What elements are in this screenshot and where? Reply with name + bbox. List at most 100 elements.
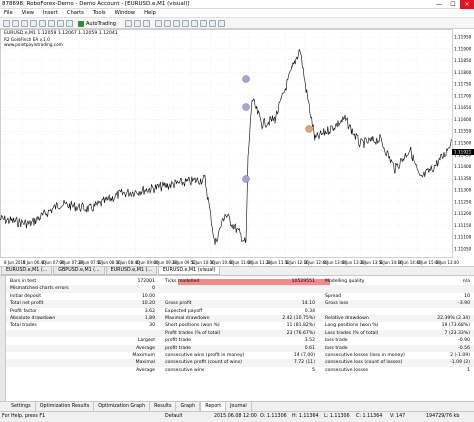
- maximize-button[interactable]: ☐: [446, 0, 460, 9]
- strategy-tester-icon[interactable]: [57, 20, 64, 27]
- price-tick-label: 1.11550: [454, 129, 472, 134]
- autotrading-button[interactable]: AutoTrading: [78, 20, 116, 27]
- report-value: 22.39% (2.34): [437, 316, 470, 321]
- report-row: Average profit trade 0.61 loss trade -0.56: [0, 344, 474, 352]
- new-chart-icon[interactable]: [3, 20, 10, 27]
- candlesticks-icon[interactable]: [134, 20, 141, 27]
- price-tick-label: 1.11250: [454, 199, 472, 204]
- minimize-button[interactable]: —: [432, 0, 446, 9]
- profiles-icon[interactable]: [12, 20, 19, 27]
- price-tick-label: 1.11500: [454, 141, 472, 146]
- report-value: Average: [136, 345, 155, 351]
- report-value: 7 (23.33%): [444, 330, 470, 336]
- report-value: 10: [464, 293, 470, 299]
- autotrading-icon: [78, 20, 84, 27]
- trade-marker: [242, 103, 250, 111]
- price-tick-label: 1.11900: [454, 46, 472, 51]
- menu-insert[interactable]: Insert: [43, 10, 58, 16]
- report-panel: Bars in test 172001 Ticks modelled 10529551…: [0, 276, 474, 401]
- report-value: 10.20: [141, 301, 155, 307]
- tab-optimization-results[interactable]: Optimization Results: [36, 402, 95, 411]
- chart-tab[interactable]: GBPUSD.e,M1 (...: [53, 267, 105, 275]
- menu-file[interactable]: File: [4, 10, 13, 16]
- chart-tab[interactable]: EURUSD.e,M1 (...: [1, 267, 53, 275]
- chart-shift-icon[interactable]: [191, 20, 198, 27]
- report-value: 172001: [137, 279, 155, 284]
- report-value: Maximum: [132, 353, 155, 358]
- close-button[interactable]: ✕: [460, 0, 474, 9]
- trade-marker: [242, 75, 250, 83]
- report-row: Total trades 30 Short positions (won %) 11 …: [0, 322, 474, 329]
- report-value: 2.42 (10.75%): [282, 316, 315, 321]
- report-row: Profit factor 3.62 Expected payoff 0.34: [0, 308, 474, 315]
- report-row: Bars in test 172001 Ticks modelled 10529551…: [0, 278, 474, 285]
- report-value: 11 (81.82%): [286, 323, 315, 329]
- trade-marker: [242, 175, 250, 183]
- menu-view[interactable]: View: [22, 10, 34, 16]
- new-order-icon[interactable]: [66, 20, 73, 27]
- data-window-icon[interactable]: [30, 20, 37, 27]
- autotrading-label: AutoTrading: [86, 20, 116, 27]
- tester-side-handle[interactable]: [0, 276, 6, 401]
- menu-help[interactable]: Help: [144, 10, 156, 16]
- report-value: 19 (73.68%): [441, 323, 470, 329]
- navigator-icon[interactable]: [39, 20, 46, 27]
- time-tick-label: 8 Jun 13:40: [436, 260, 459, 265]
- zoom-in-icon[interactable]: [155, 20, 162, 27]
- report-value: 14.10: [301, 301, 315, 307]
- terminal-icon[interactable]: [48, 20, 55, 27]
- report-row: Initial deposit 10.00 Spread 10: [0, 293, 474, 300]
- bar-chart-icon[interactable]: [125, 20, 132, 27]
- window-title: 878698: RoboForex-Demo - Demo Account - …: [2, 1, 190, 7]
- price-tick-label: 1.11300: [454, 188, 472, 193]
- tab-results[interactable]: Results: [150, 402, 177, 411]
- menu-tools[interactable]: Tools: [93, 10, 106, 16]
- price-tick-label: 1.11950: [454, 35, 472, 40]
- report-value: 10.00: [141, 293, 155, 299]
- tab-optimization-graph[interactable]: Optimization Graph: [94, 402, 151, 411]
- tab-graph[interactable]: Graph: [176, 402, 201, 411]
- price-tick-label: 1.11600: [454, 117, 472, 122]
- report-value: Average: [136, 367, 155, 373]
- report-row: Maximum consecutive wins (profit in money…: [0, 352, 474, 359]
- report-value: 0.61: [304, 345, 315, 351]
- report-value: 10529551: [291, 279, 315, 284]
- chart-tab[interactable]: EURUSD.e,M1 (...: [105, 267, 157, 275]
- price-tick-label: 1.11100: [454, 235, 472, 240]
- report-value: 14 (7.00): [293, 353, 315, 358]
- report-value: -0.56: [458, 345, 470, 351]
- report-value: 5: [312, 367, 315, 373]
- periods-icon[interactable]: [209, 20, 216, 27]
- tile-windows-icon[interactable]: [173, 20, 180, 27]
- market-watch-icon[interactable]: [21, 20, 28, 27]
- tab-settings[interactable]: Settings: [7, 402, 36, 411]
- report-value: -1.09 (2): [450, 360, 470, 366]
- price-tick-label: 1.11750: [454, 82, 472, 87]
- tab-report[interactable]: Report: [200, 402, 227, 411]
- trade-marker: [305, 125, 313, 133]
- price-tick-label: 1.11050: [454, 247, 472, 252]
- templates-icon[interactable]: [218, 20, 225, 27]
- price-tick-label: 1.11350: [454, 176, 472, 181]
- menu-bar: File View Insert Charts Tools Window Hel…: [0, 9, 474, 18]
- indicators-icon[interactable]: [200, 20, 207, 27]
- line-chart-icon[interactable]: [143, 20, 150, 27]
- current-price-label: 1.11921: [454, 150, 472, 155]
- report-value: Largest: [137, 338, 155, 344]
- zoom-out-icon[interactable]: [164, 20, 171, 27]
- report-value: n/a: [462, 279, 470, 284]
- report-row: Largest profit trade 3.52 loss trade -0.90: [0, 337, 474, 344]
- report-value: 1.89: [144, 316, 155, 321]
- autoscroll-icon[interactable]: [182, 20, 189, 27]
- price-tick-label: 1.11800: [454, 70, 472, 75]
- report-row: Average consecutive wins 5 consecutive loss…: [0, 367, 474, 374]
- tab-journal[interactable]: Journal: [226, 402, 252, 411]
- report-row: Absolute drawdown 1.89 Maximal drawdown 2.4…: [0, 315, 474, 323]
- menu-charts[interactable]: Charts: [67, 10, 84, 16]
- chart-tabs: EURUSD.e,M1 (... GBPUSD.e,M1 (... EURUSD…: [0, 267, 474, 276]
- chart-tab-active[interactable]: EURUSD.e,M1 (visual): [157, 267, 221, 275]
- menu-window[interactable]: Window: [115, 10, 135, 16]
- report-value: -0.90: [458, 338, 470, 344]
- report-value: 0.34: [304, 308, 315, 314]
- price-chart[interactable]: EURUSD.e,M1 1.12059 1.12067 1.12059 1.12…: [0, 29, 474, 267]
